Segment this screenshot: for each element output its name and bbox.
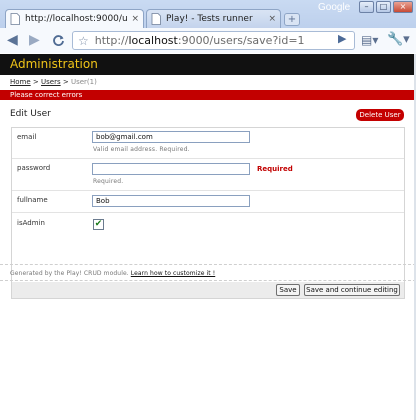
password-row: password Required Required. — [12, 159, 404, 191]
page-icon — [10, 13, 20, 25]
breadcrumb-separator: > — [32, 78, 39, 86]
tab-title: http://localhost:9000/user... — [25, 14, 128, 24]
password-help: Required. — [93, 178, 124, 185]
page-content: Administration Home > Users > User(1) Pl… — [0, 54, 416, 420]
new-tab-button[interactable]: + — [284, 13, 300, 26]
email-label: email — [17, 133, 37, 141]
footer-divider-bottom — [0, 280, 416, 281]
wrench-icon[interactable]: 🔧▾ — [387, 32, 410, 47]
save-and-continue-button[interactable]: Save and continue editing — [304, 284, 400, 296]
tab-tests-runner[interactable]: Play! - Tests runner × — [146, 9, 281, 28]
email-row: email Valid email address. Required. — [12, 128, 404, 159]
password-field[interactable] — [92, 163, 250, 175]
isadmin-checkbox[interactable]: ✔ — [93, 219, 104, 230]
breadcrumb: Home > Users > User(1) — [10, 78, 97, 86]
close-icon[interactable]: × — [268, 14, 276, 24]
window-controls: – □ × — [357, 1, 413, 13]
tab-title: Play! - Tests runner — [166, 14, 253, 24]
page-title: Edit User — [10, 109, 51, 119]
reload-icon[interactable] — [52, 34, 65, 47]
window-close-button[interactable]: × — [393, 1, 413, 13]
fullname-label: fullname — [17, 196, 48, 204]
address-bar[interactable]: ☆ http://localhost:9000/users/save?id=1 — [72, 31, 355, 50]
password-error: Required — [257, 165, 293, 173]
email-help: Valid email address. Required. — [93, 146, 190, 153]
delete-user-button[interactable]: Delete User — [356, 109, 404, 121]
minimize-button[interactable]: – — [359, 1, 374, 13]
footer-text: Generated by the Play! CRUD module. — [10, 270, 129, 277]
breadcrumb-separator: > — [62, 78, 69, 86]
footer: Generated by the Play! CRUD module. Lear… — [10, 270, 215, 277]
breadcrumb-users-link[interactable]: Users — [41, 78, 61, 86]
breadcrumb-current: User(1) — [70, 78, 97, 86]
forward-arrow-icon[interactable]: ▶ — [29, 32, 40, 48]
browser-brand: Google — [318, 2, 351, 13]
url-text: http://localhost:9000/users/save?id=1 — [94, 34, 305, 47]
page-icon — [151, 13, 161, 25]
customize-link[interactable]: Learn how to customize it ! — [131, 270, 215, 277]
fullname-field[interactable] — [92, 195, 250, 207]
fullname-row: fullname — [12, 191, 404, 213]
go-arrow-icon[interactable]: ▶ — [338, 32, 346, 45]
maximize-button[interactable]: □ — [376, 1, 391, 13]
breadcrumb-home-link[interactable]: Home — [10, 78, 31, 86]
title-bar: http://localhost:9000/user... × Play! - … — [0, 0, 416, 28]
password-label: password — [17, 164, 51, 172]
tab-localhost[interactable]: http://localhost:9000/user... × — [5, 9, 144, 28]
error-banner: Please correct errors — [0, 90, 416, 100]
form-actions: Save Save and continue editing — [12, 282, 404, 298]
save-button[interactable]: Save — [276, 284, 300, 296]
browser-toolbar: ◀ ▶ ☆ http://localhost:9000/users/save?i… — [0, 28, 416, 53]
bookmark-star-icon[interactable]: ☆ — [78, 34, 89, 48]
footer-divider-top — [0, 264, 416, 265]
page-menu-icon[interactable]: ▤▾ — [361, 33, 378, 47]
close-icon[interactable]: × — [131, 14, 139, 24]
browser-chrome: http://localhost:9000/user... × Play! - … — [0, 0, 416, 53]
isadmin-label: isAdmin — [17, 219, 45, 227]
email-field[interactable] — [92, 131, 250, 143]
back-arrow-icon[interactable]: ◀ — [7, 32, 18, 48]
admin-header: Administration — [0, 54, 416, 75]
